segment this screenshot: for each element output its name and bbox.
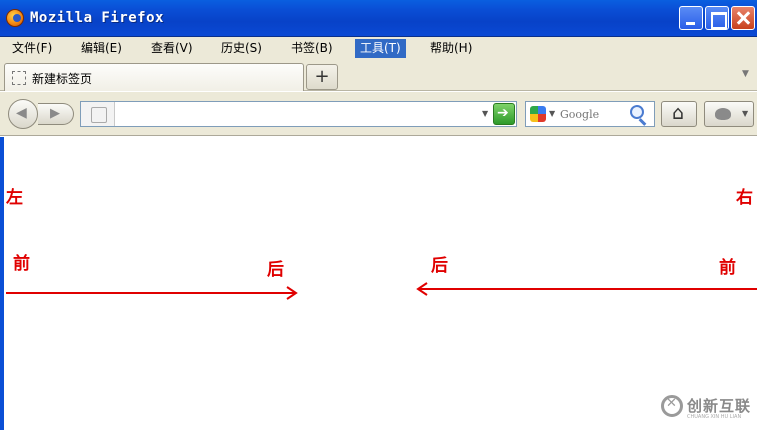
menu-bookmarks[interactable]: 书签(B)	[286, 39, 338, 58]
back-forward-group	[8, 99, 74, 129]
new-tab-button[interactable]: +	[306, 64, 338, 90]
label-right: 右	[736, 188, 753, 208]
menu-tools[interactable]: 工具(T)	[355, 39, 406, 58]
title-bar: Mozilla Firefox	[0, 0, 757, 37]
menu-edit[interactable]: 编辑(E)	[76, 39, 127, 58]
home-button[interactable]	[661, 101, 697, 127]
url-history-dropdown-icon[interactable]: ▼	[482, 109, 488, 118]
url-bar: ▼	[80, 101, 517, 127]
label-front-right: 前	[719, 258, 736, 278]
menu-help[interactable]: 帮助(H)	[425, 39, 477, 58]
search-bar: ▼	[525, 101, 655, 127]
watermark-subtext: CHUANG XIN HU LIAN	[687, 414, 742, 420]
page-content: 左 右 前 后 后 前	[0, 137, 757, 430]
window-title: Mozilla Firefox	[30, 10, 164, 26]
label-front-left: 前	[13, 254, 30, 274]
blank-page-icon	[12, 71, 26, 85]
search-icon[interactable]	[630, 105, 644, 119]
watermark-text: 创新互联	[687, 397, 752, 415]
search-input[interactable]	[560, 105, 628, 123]
tab-label: 新建标签页	[32, 72, 93, 86]
label-back-right: 后	[431, 256, 448, 276]
go-button[interactable]	[493, 103, 515, 125]
tab-list-dropdown-icon[interactable]: ▼	[742, 69, 749, 79]
google-icon[interactable]	[530, 106, 546, 122]
menu-view[interactable]: 查看(V)	[146, 39, 198, 58]
addon-dropdown-icon[interactable]: ▼	[742, 109, 748, 118]
menu-bar: 文件(F) 编辑(E) 查看(V) 历史(S) 书签(B) 工具(T) 帮助(H…	[0, 37, 757, 60]
watermark-logo-icon	[661, 395, 683, 417]
back-button[interactable]	[8, 99, 38, 129]
url-input[interactable]	[117, 104, 477, 124]
label-back-left: 后	[267, 260, 284, 280]
maximize-button[interactable]	[705, 6, 729, 30]
navigation-toolbar: ▼ ▼ ▼	[0, 92, 757, 136]
watermark: 创新互联 CHUANG XIN HU LIAN	[657, 385, 757, 430]
search-engine-dropdown-icon[interactable]: ▼	[549, 109, 555, 118]
site-identity-icon[interactable]	[81, 102, 115, 126]
menu-history[interactable]: 历史(S)	[216, 39, 267, 58]
addon-icon	[715, 108, 731, 120]
close-button[interactable]	[731, 6, 755, 30]
addon-button[interactable]: ▼	[704, 101, 754, 127]
forward-button[interactable]	[38, 103, 74, 125]
menu-file[interactable]: 文件(F)	[7, 39, 57, 58]
minimize-button[interactable]	[679, 6, 703, 30]
firefox-logo-icon	[6, 9, 24, 27]
direction-arrows	[6, 282, 757, 300]
tab-bar: 新建标签页 + ▼	[0, 60, 757, 91]
label-left: 左	[6, 188, 23, 208]
tab-new-tab[interactable]: 新建标签页	[4, 63, 304, 91]
